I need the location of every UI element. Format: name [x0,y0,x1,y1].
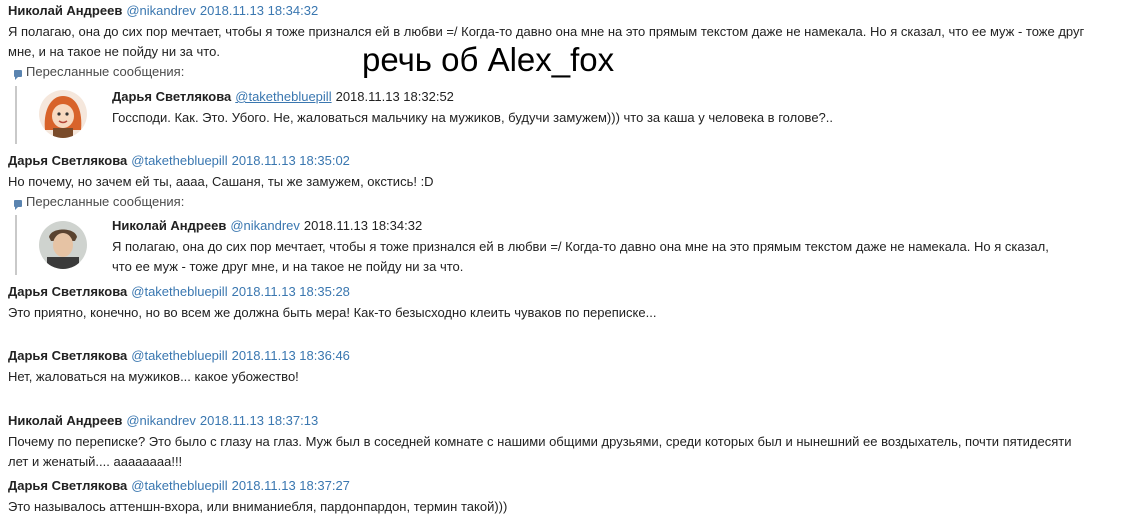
forwarded-label-text: Пересланные сообщения: [26,194,185,209]
avatar-image [39,221,87,269]
comment-icon [14,200,22,210]
message-header: Дарья Светлякова @takethebluepill 2018.11.… [8,150,1088,172]
message-handle[interactable]: @takethebluepill [131,348,227,363]
forwarded-message: Николай Андреев @nikandrev 2018.11.13 18:3… [15,215,1077,275]
message-header: Дарья Светлякова @takethebluepill 2018.11.… [8,345,1088,367]
message-text: Это приятно, конечно, но во всем же долж… [8,305,657,320]
message-header: Николай Андреев @nikandrev 2018.11.13 18:3… [8,0,1088,22]
message-handle[interactable]: @takethebluepill [131,153,227,168]
avatar-image [39,90,87,138]
forwarded-message: Дарья Светлякова @takethebluepill 2018.11.… [15,86,1077,144]
forwarded-handle[interactable]: @takethebluepill [235,89,331,104]
message-author[interactable]: Дарья Светлякова [8,284,127,299]
forwarded-handle[interactable]: @nikandrev [230,218,300,233]
message: Дарья Светлякова @takethebluepill 2018.11.… [8,150,1088,212]
message: Дарья Светлякова @takethebluepill 2018.11.… [8,281,1088,323]
message-author[interactable]: Дарья Светлякова [8,153,127,168]
forwarded-author[interactable]: Николай Андреев [112,218,226,233]
comment-icon [14,70,22,80]
message-timestamp[interactable]: 2018.11.13 18:37:27 [232,478,350,493]
message-text: Но почему, но зачем ей ты, аааа, Сашаня,… [8,174,434,189]
overlay-caption: речь об Alex_fox [362,41,615,78]
message-text: Это называлось аттеншн-вхора, или вниман… [8,499,508,514]
message-header: Дарья Светлякова @takethebluepill 2018.11.… [8,281,1088,303]
avatar[interactable] [39,221,87,269]
message-handle[interactable]: @takethebluepill [131,478,227,493]
message-handle[interactable]: @takethebluepill [131,284,227,299]
message-text: Почему по переписке? Это было с глазу на… [8,434,1072,469]
forwarded-label: Пересланные сообщения: [8,192,1088,212]
message-author[interactable]: Николай Андреев [8,413,122,428]
message: Дарья Светлякова @takethebluepill 2018.11.… [8,475,1088,517]
message-header: Николай Андреев @nikandrev 2018.11.13 18:3… [8,410,1088,432]
forwarded-text: Госсподи. Как. Это. Убого. Не, жаловатьс… [112,110,833,125]
message: Дарья Светлякова @takethebluepill 2018.11.… [8,345,1088,387]
message-timestamp[interactable]: 2018.11.13 18:35:28 [232,284,350,299]
message-author[interactable]: Дарья Светлякова [8,478,127,493]
message-header: Дарья Светлякова @takethebluepill 2018.11.… [8,475,1088,497]
message-handle[interactable]: @nikandrev [126,413,196,428]
forwarded-text: Я полагаю, она до сих пор мечтает, чтобы… [112,239,1049,274]
message-timestamp[interactable]: 2018.11.13 18:35:02 [232,153,350,168]
message-text: Нет, жаловаться на мужиков... какое убож… [8,369,299,384]
message-author[interactable]: Николай Андреев [8,3,122,18]
message-timestamp[interactable]: 2018.11.13 18:36:46 [232,348,350,363]
message: Николай Андреев @nikandrev 2018.11.13 18:3… [8,410,1088,472]
forwarded-header: Дарья Светлякова @takethebluepill 2018.11.… [112,86,1072,108]
forwarded-label-text: Пересланные сообщения: [26,64,185,79]
avatar[interactable] [39,90,87,138]
message-timestamp[interactable]: 2018.11.13 18:37:13 [200,413,318,428]
forwarded-timestamp: 2018.11.13 18:34:32 [303,218,423,233]
forwarded-header: Николай Андреев @nikandrev 2018.11.13 18:3… [112,215,1072,237]
forwarded-author[interactable]: Дарья Светлякова [112,89,231,104]
message-timestamp[interactable]: 2018.11.13 18:34:32 [200,3,318,18]
message-handle[interactable]: @nikandrev [126,3,196,18]
message-author[interactable]: Дарья Светлякова [8,348,127,363]
forwarded-timestamp: 2018.11.13 18:32:52 [335,89,454,104]
